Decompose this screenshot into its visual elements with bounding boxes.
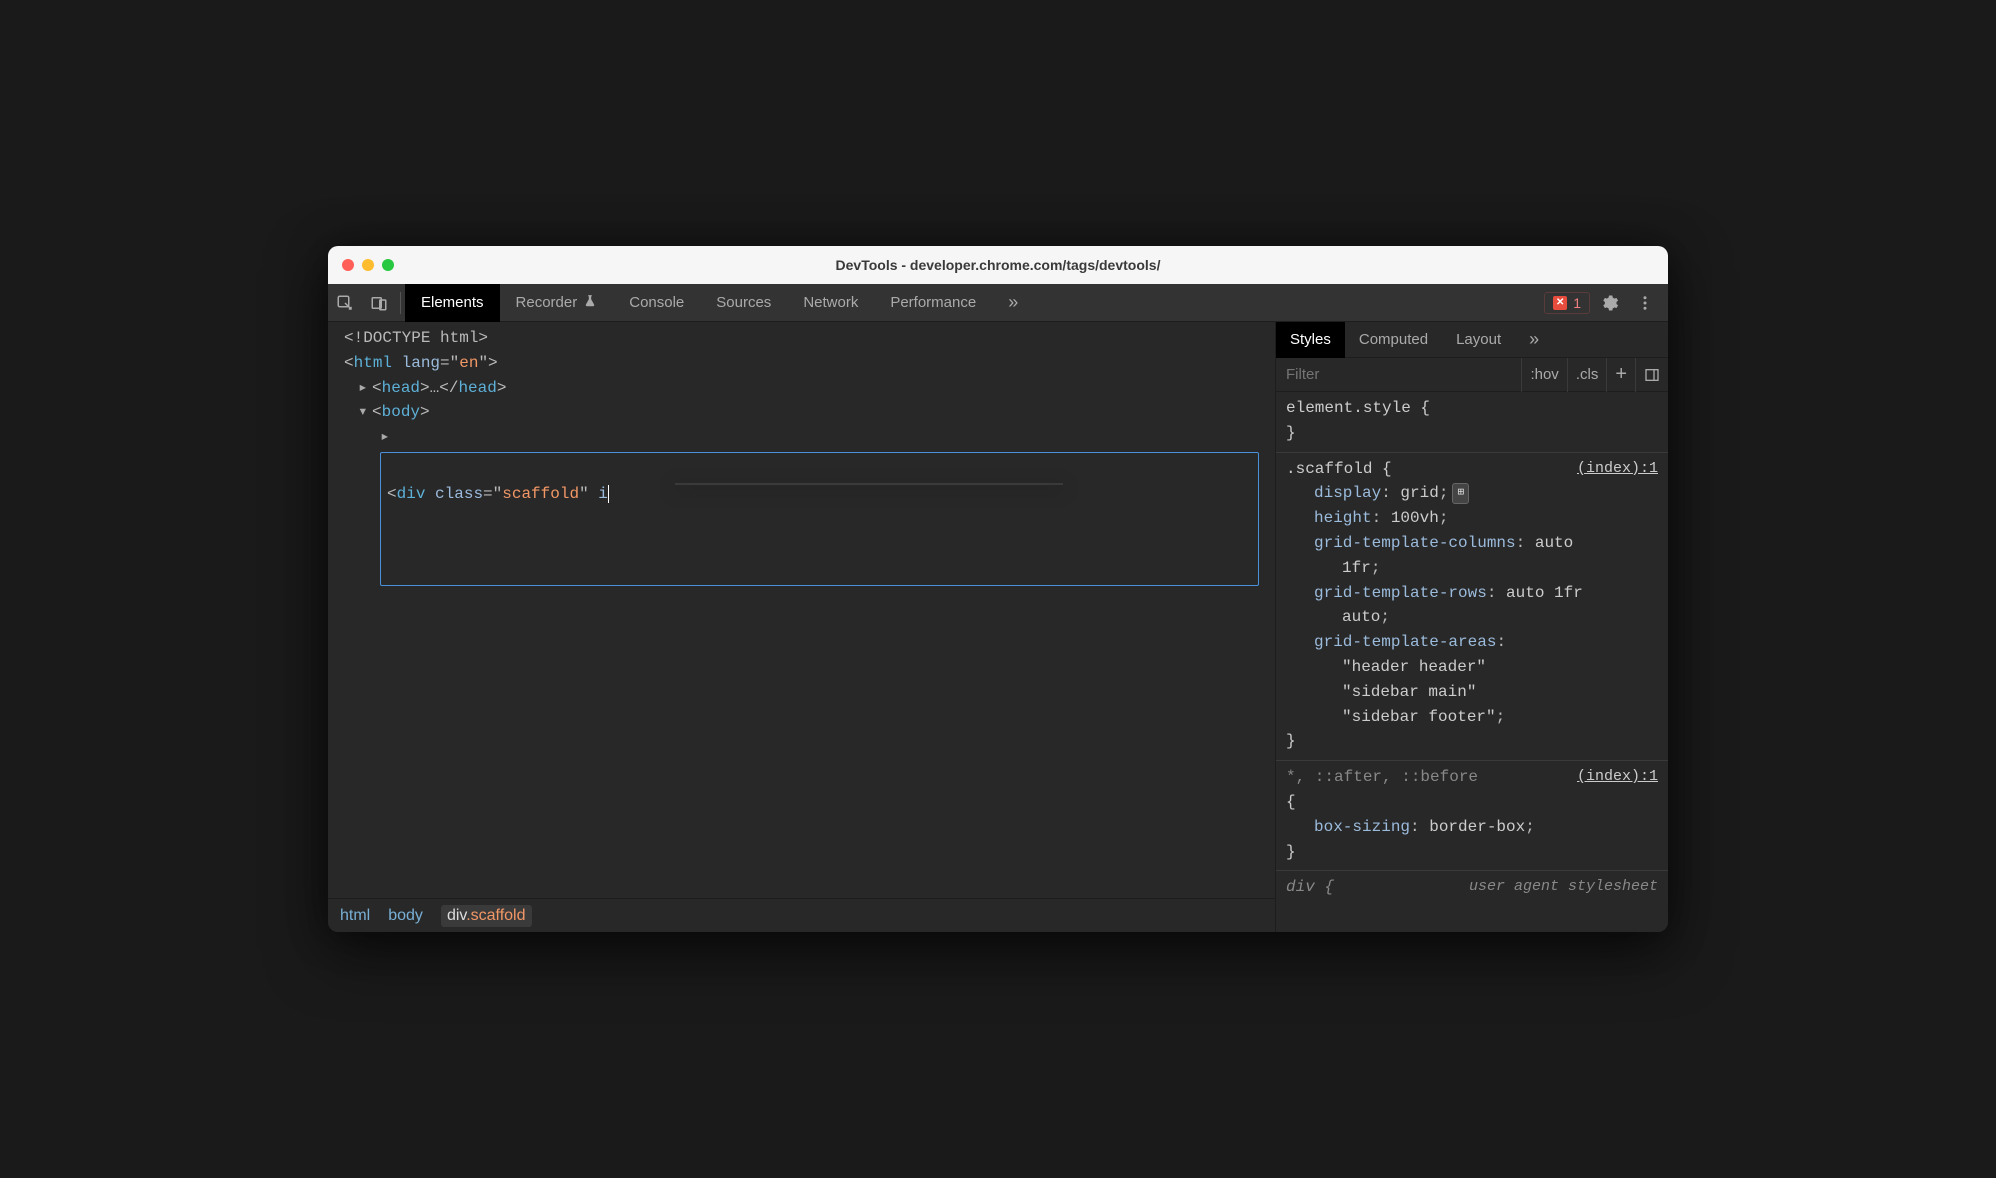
tab-styles[interactable]: Styles [1276, 322, 1345, 358]
dom-body-child-toggle[interactable]: ▸ [336, 425, 1267, 450]
grid-badge-icon[interactable]: ⊞ [1452, 483, 1469, 504]
maximize-window-button[interactable] [382, 259, 394, 271]
tab-sources[interactable]: Sources [700, 284, 787, 322]
dom-tree[interactable]: <!DOCTYPE html> <html lang="en"> ▸<head>… [328, 322, 1275, 898]
rule-source-link[interactable]: (index):1 [1577, 457, 1658, 480]
rule-div-ua[interactable]: user agent stylesheet div { [1276, 871, 1668, 906]
tab-console[interactable]: Console [613, 284, 700, 322]
window-title: DevTools - developer.chrome.com/tags/dev… [328, 257, 1668, 273]
styles-more-tabs[interactable]: » [1515, 322, 1553, 358]
main-toolbar: Elements Recorder Console Sources Networ… [328, 284, 1668, 322]
styles-panel: Styles Computed Layout » :hov .cls + ele… [1276, 322, 1668, 932]
flask-icon [583, 294, 597, 312]
error-count-badge[interactable]: ✕ 1 [1544, 292, 1590, 314]
main-split: <!DOCTYPE html> <html lang="en"> ▸<head>… [328, 322, 1668, 932]
tab-network[interactable]: Network [787, 284, 874, 322]
computed-sidebar-toggle-icon[interactable] [1635, 358, 1668, 392]
elements-panel: <!DOCTYPE html> <html lang="en"> ▸<head>… [328, 322, 1276, 932]
tab-performance[interactable]: Performance [874, 284, 992, 322]
minimize-window-button[interactable] [362, 259, 374, 271]
hov-toggle[interactable]: :hov [1521, 358, 1566, 392]
tab-elements[interactable]: Elements [405, 284, 500, 322]
styles-tabs: Styles Computed Layout » [1276, 322, 1668, 358]
dom-body-open[interactable]: ▾<body> [336, 400, 1267, 425]
device-toolbar-icon[interactable] [362, 284, 396, 322]
inspect-element-icon[interactable] [328, 284, 362, 322]
close-window-button[interactable] [342, 259, 354, 271]
attribute-autocomplete-popup [675, 483, 1063, 485]
new-style-rule-button[interactable]: + [1606, 358, 1635, 392]
styles-body[interactable]: element.style { } (index):1 .scaffold { … [1276, 392, 1668, 932]
html-edit-box[interactable]: <div class="scaffold" i [380, 452, 1259, 586]
cls-toggle[interactable]: .cls [1567, 358, 1607, 392]
styles-filter-row: :hov .cls + [1276, 358, 1668, 392]
dom-html-open[interactable]: <html lang="en"> [336, 351, 1267, 376]
breadcrumb: html body div.scaffold [328, 898, 1275, 932]
toolbar-divider [400, 292, 401, 314]
more-tabs-button[interactable]: » [992, 284, 1034, 322]
styles-filter-input[interactable] [1276, 366, 1521, 383]
dom-head[interactable]: ▸<head>…</head> [336, 376, 1267, 401]
rule-scaffold[interactable]: (index):1 .scaffold { display: grid;⊞ he… [1276, 453, 1668, 762]
tab-layout[interactable]: Layout [1442, 322, 1515, 358]
ua-stylesheet-label: user agent stylesheet [1469, 875, 1658, 898]
rule-element-style[interactable]: element.style { } [1276, 392, 1668, 453]
breadcrumb-body[interactable]: body [388, 907, 423, 925]
tab-recorder[interactable]: Recorder [500, 284, 614, 322]
rule-universal[interactable]: (index):1 *, ::after, ::before { box-siz… [1276, 761, 1668, 871]
tab-computed[interactable]: Computed [1345, 322, 1442, 358]
titlebar: DevTools - developer.chrome.com/tags/dev… [328, 246, 1668, 284]
rule-source-link[interactable]: (index):1 [1577, 765, 1658, 788]
breadcrumb-active[interactable]: div.scaffold [441, 905, 532, 927]
breadcrumb-html[interactable]: html [340, 907, 370, 925]
dom-doctype[interactable]: <!DOCTYPE html> [336, 326, 1267, 351]
traffic-lights [342, 259, 394, 271]
devtools-window: DevTools - developer.chrome.com/tags/dev… [328, 246, 1668, 932]
error-icon: ✕ [1553, 296, 1567, 310]
kebab-menu-icon[interactable] [1628, 284, 1662, 322]
settings-icon[interactable] [1592, 284, 1626, 322]
